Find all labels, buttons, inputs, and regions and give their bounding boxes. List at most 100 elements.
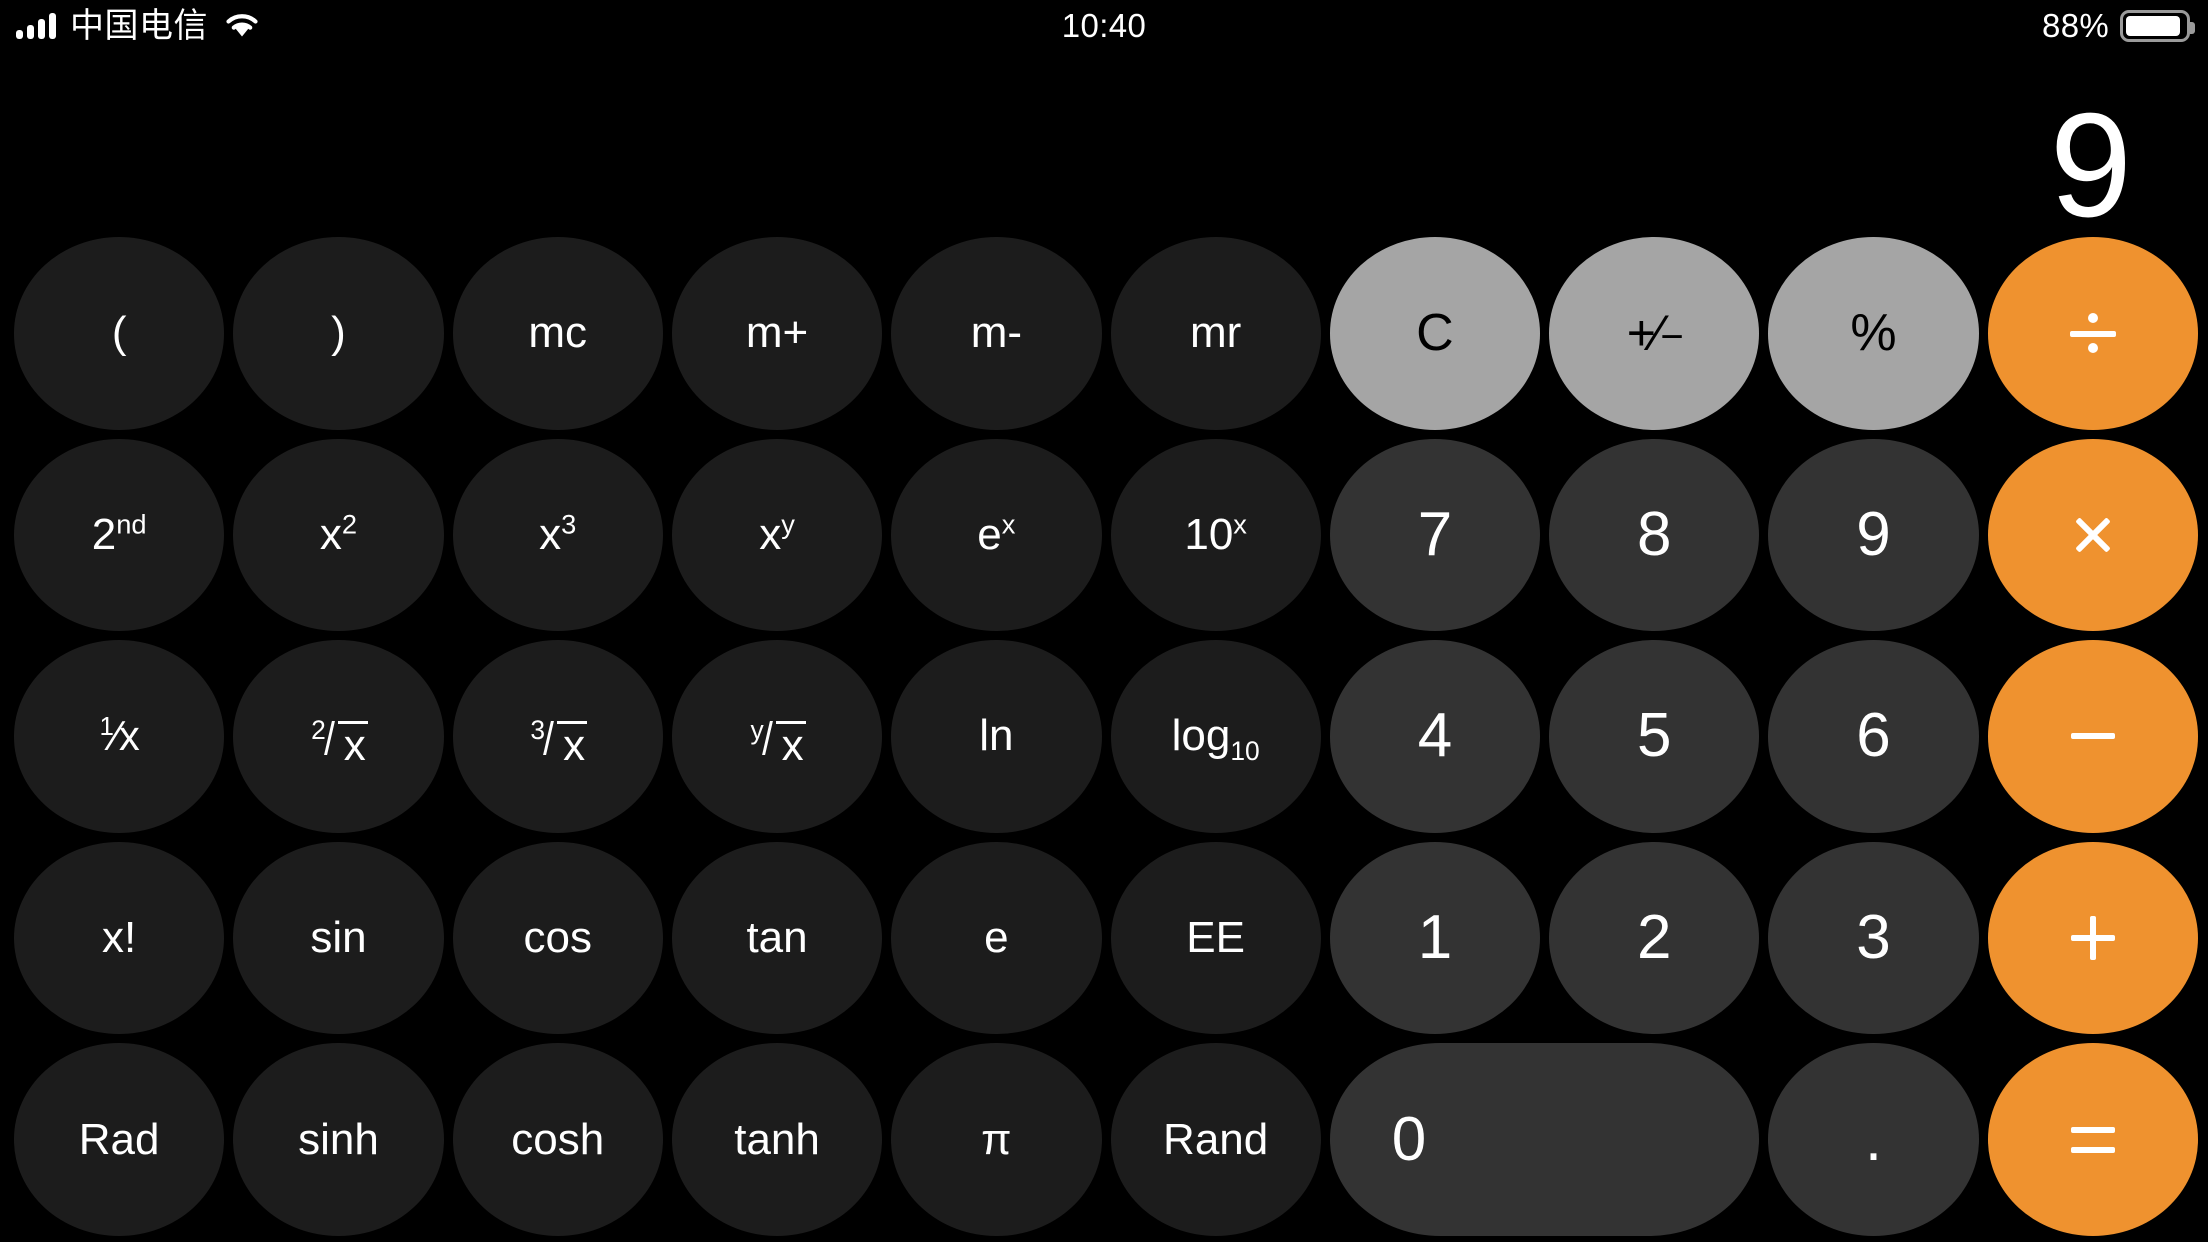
decimal-point-key[interactable]: . xyxy=(1768,1043,1979,1236)
status-bar-right: 88% xyxy=(2042,7,2195,45)
key-label xyxy=(2069,310,2116,356)
key-label: cos xyxy=(523,913,592,963)
open-paren-key[interactable]: ( xyxy=(14,237,225,430)
key-label: ex xyxy=(977,508,1016,559)
cube-root-key[interactable]: 3x xyxy=(452,640,663,833)
key-label: x2 xyxy=(319,508,358,559)
key-label: π xyxy=(981,1114,1012,1164)
memory-sub-key[interactable]: m- xyxy=(891,237,1102,430)
display-value: 9 xyxy=(2049,83,2132,249)
reciprocal-key[interactable]: 1⁄x xyxy=(14,640,225,833)
key-label: C xyxy=(1416,304,1454,363)
cube-key[interactable]: x3 xyxy=(452,438,663,632)
key-label: x! xyxy=(102,913,137,963)
key-label: 3x xyxy=(530,714,588,770)
key-label: % xyxy=(1850,304,1897,363)
key-label: 2 xyxy=(1637,903,1672,973)
key-label: 8 xyxy=(1637,499,1672,569)
pi-key[interactable]: π xyxy=(891,1043,1102,1236)
ee-key[interactable]: EE xyxy=(1110,841,1321,1035)
digit-8-key[interactable]: 8 xyxy=(1549,438,1760,632)
radian-mode-key[interactable]: Rad xyxy=(14,1043,225,1236)
clear-key[interactable]: C xyxy=(1329,237,1541,430)
key-label: Rad xyxy=(78,1114,160,1164)
random-key[interactable]: Rand xyxy=(1110,1043,1321,1236)
key-label: 2nd xyxy=(91,508,147,559)
status-bar: 中国电信 10:40 88% xyxy=(0,0,2208,52)
calculator-keypad: () mc m+ m-mr C +⁄−% 2nd x2 x3 xy ex 10x 7 8 9 1⁄x 2 x 3 x y… xyxy=(14,237,2198,1242)
key-label: e xyxy=(984,913,1009,963)
percent-key[interactable]: % xyxy=(1768,237,1979,430)
equals-key[interactable] xyxy=(1987,1043,2198,1236)
key-label: x3 xyxy=(539,508,577,559)
euler-e-key[interactable]: e xyxy=(891,841,1102,1035)
key-label: 9 xyxy=(1856,499,1891,569)
key-label: 1⁄x xyxy=(99,712,139,760)
key-label: ) xyxy=(331,308,346,358)
digit-2-key[interactable]: 2 xyxy=(1549,841,1760,1035)
key-label: 10x xyxy=(1184,508,1247,559)
digit-0-key[interactable]: 0 xyxy=(1329,1043,1760,1236)
key-label xyxy=(2070,733,2115,740)
key-label: xy xyxy=(759,508,795,559)
memory-add-key[interactable]: m+ xyxy=(671,237,883,430)
factorial-key[interactable]: x! xyxy=(14,841,225,1035)
digit-3-key[interactable]: 3 xyxy=(1768,841,1979,1035)
key-label: ln xyxy=(979,711,1014,761)
key-label: 4 xyxy=(1417,701,1453,771)
key-label: yx xyxy=(750,714,806,770)
digit-5-key[interactable]: 5 xyxy=(1549,640,1760,833)
key-label: 1 xyxy=(1417,903,1453,973)
key-label: +⁄− xyxy=(1626,305,1684,362)
second-function-key[interactable]: 2nd xyxy=(14,438,225,632)
digit-9-key[interactable]: 9 xyxy=(1768,438,1979,632)
key-label: cosh xyxy=(511,1114,605,1164)
digit-6-key[interactable]: 6 xyxy=(1768,640,1979,833)
calculator-display: 9 xyxy=(0,52,2208,249)
memory-clear-key[interactable]: mc xyxy=(452,237,663,430)
digit-1-key[interactable]: 1 xyxy=(1329,841,1541,1035)
key-label: ( xyxy=(111,308,127,358)
multiply-key[interactable] xyxy=(1987,438,2198,632)
sign-toggle-key[interactable]: +⁄− xyxy=(1549,237,1760,430)
sinh-key[interactable]: sinh xyxy=(233,1043,444,1236)
add-key[interactable] xyxy=(1987,841,2198,1035)
divide-key[interactable] xyxy=(1987,237,2198,430)
cos-key[interactable]: cos xyxy=(452,841,663,1035)
key-label: Rand xyxy=(1163,1114,1269,1164)
digit-7-key[interactable]: 7 xyxy=(1329,438,1541,632)
key-label xyxy=(2071,513,2115,557)
battery-fill xyxy=(2126,16,2181,36)
close-paren-key[interactable]: ) xyxy=(233,237,444,430)
key-label: mr xyxy=(1189,308,1242,358)
key-label: . xyxy=(1864,1104,1883,1174)
digit-4-key[interactable]: 4 xyxy=(1329,640,1541,833)
key-label: 6 xyxy=(1856,701,1891,771)
log-base-10-key[interactable]: log10 xyxy=(1110,640,1321,833)
key-label: tanh xyxy=(734,1114,820,1164)
cosh-key[interactable]: cosh xyxy=(452,1043,663,1236)
square-key[interactable]: x2 xyxy=(233,438,444,632)
key-label: 5 xyxy=(1637,701,1672,771)
key-label: 2x xyxy=(311,714,368,770)
memory-recall-key[interactable]: mr xyxy=(1110,237,1321,430)
key-label: tan xyxy=(746,913,808,963)
key-label: 3 xyxy=(1856,903,1891,973)
square-root-key[interactable]: 2x xyxy=(233,640,444,833)
exp-e-key[interactable]: ex xyxy=(891,438,1102,632)
natural-log-key[interactable]: ln xyxy=(891,640,1102,833)
tanh-key[interactable]: tanh xyxy=(671,1043,883,1236)
status-bar-clock: 10:40 xyxy=(1061,7,1147,44)
power-xy-key[interactable]: xy xyxy=(671,438,883,632)
key-label: log10 xyxy=(1171,711,1260,767)
subtract-key[interactable] xyxy=(1987,640,2198,833)
sin-key[interactable]: sin xyxy=(233,841,444,1035)
tan-key[interactable]: tan xyxy=(671,841,883,1035)
key-label: 7 xyxy=(1417,499,1453,569)
key-label: sinh xyxy=(298,1114,379,1164)
key-label: 0 xyxy=(1391,1104,1427,1174)
key-label: EE xyxy=(1186,913,1245,963)
exp-ten-key[interactable]: 10x xyxy=(1110,438,1321,632)
battery-percent-label: 88% xyxy=(2042,7,2109,44)
nth-root-key[interactable]: yx xyxy=(671,640,883,833)
